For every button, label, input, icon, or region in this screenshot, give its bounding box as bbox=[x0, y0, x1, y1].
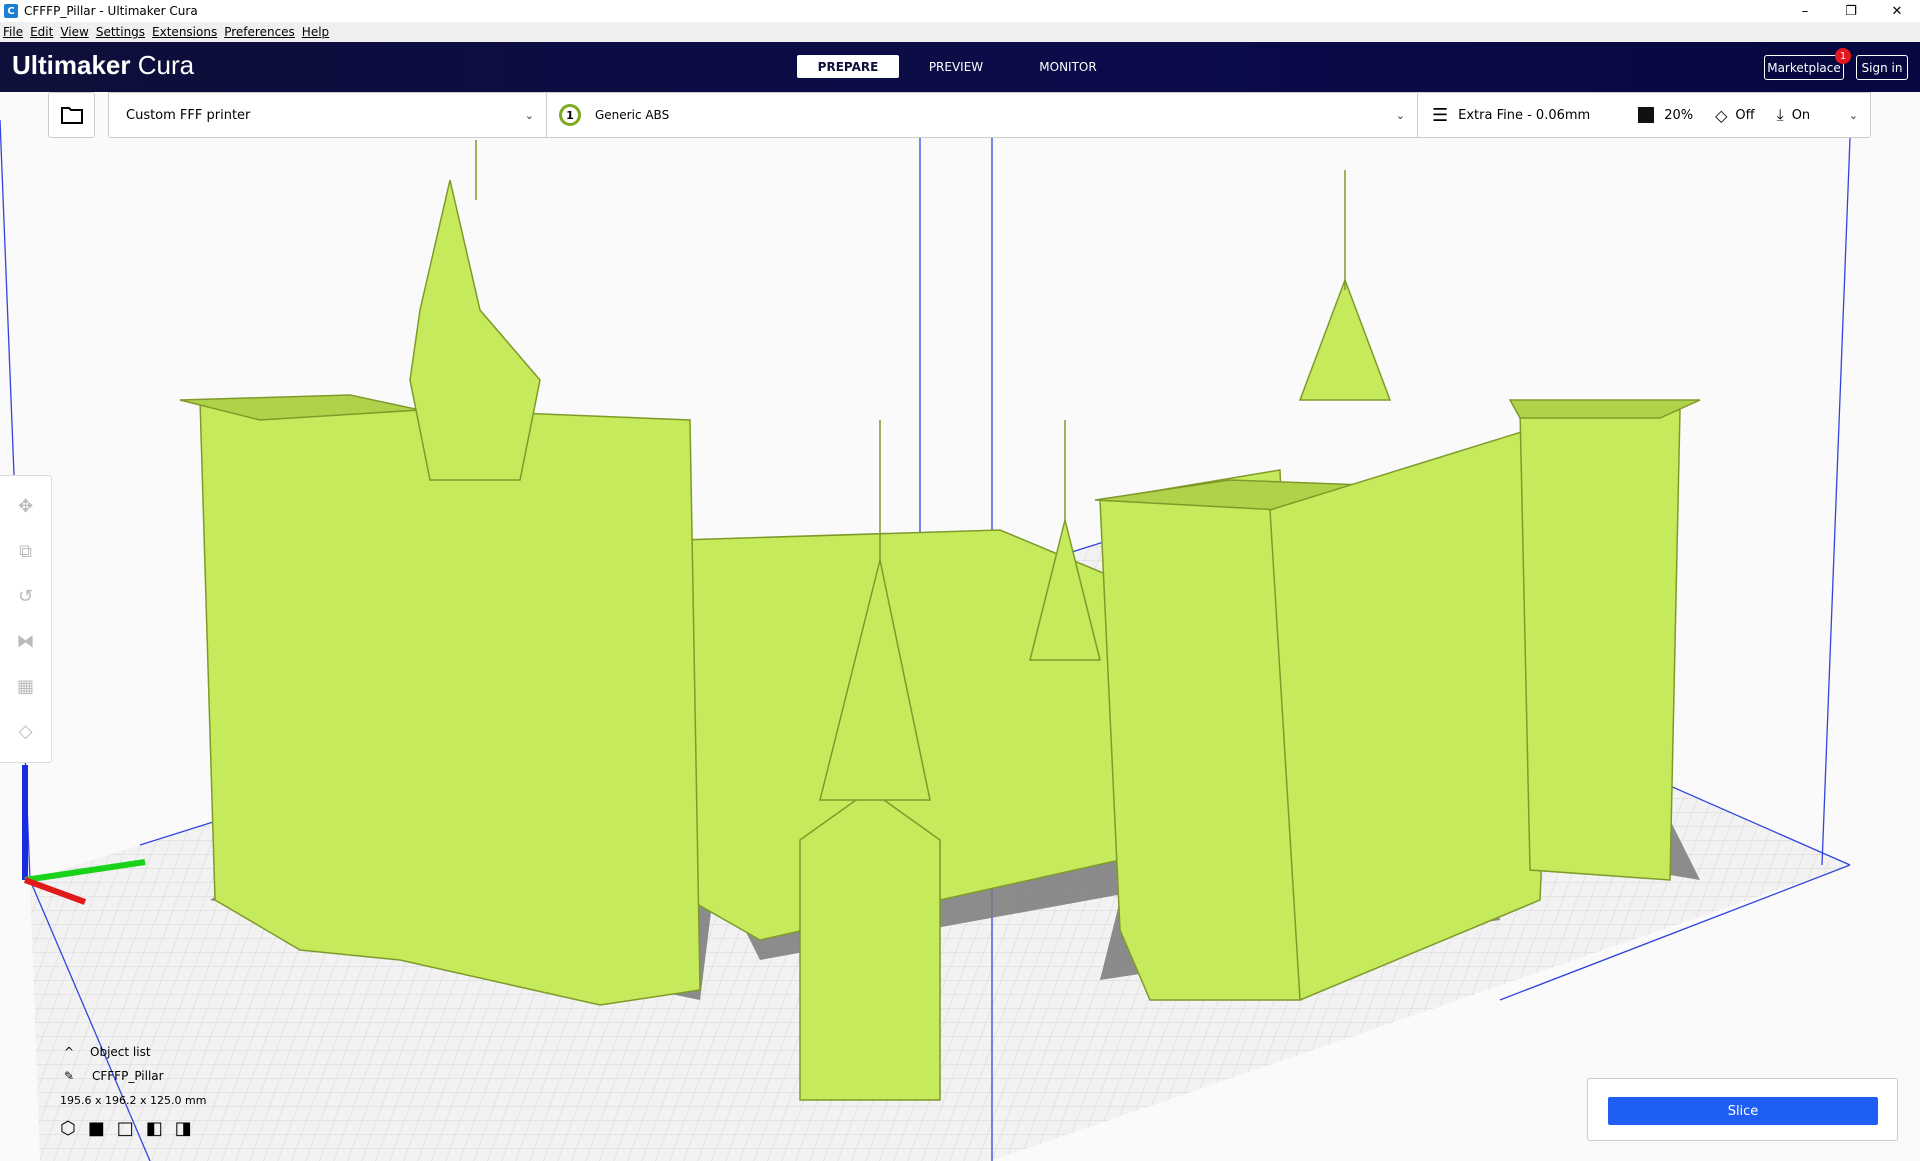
support-icon: ◇ bbox=[1715, 106, 1727, 125]
menu-preferences[interactable]: Preferences bbox=[224, 25, 295, 39]
open-file-button[interactable] bbox=[48, 92, 95, 138]
view-3d-icon[interactable]: ⬡ bbox=[60, 1118, 76, 1139]
object-list-toggle[interactable]: ^Object list bbox=[60, 1040, 206, 1064]
view-right-icon[interactable]: ◨ bbox=[175, 1118, 192, 1139]
tab-preview[interactable]: PREVIEW bbox=[905, 55, 1007, 78]
object-panel: ^Object list ✎CFFFP_Pillar 195.6 x 196.2… bbox=[60, 1040, 206, 1140]
extruder-icon: 1 bbox=[559, 104, 581, 126]
adhesion-value: On bbox=[1792, 108, 1849, 123]
mirror-tool-icon[interactable]: ⧓ bbox=[11, 627, 41, 657]
object-name: CFFFP_Pillar bbox=[92, 1069, 164, 1083]
menu-bar: File Edit View Settings Extensions Prefe… bbox=[0, 22, 1920, 42]
menu-file[interactable]: File bbox=[3, 25, 23, 39]
notification-badge: 1 bbox=[1835, 48, 1851, 64]
chevron-down-icon: ⌄ bbox=[525, 109, 534, 122]
object-list-label: Object list bbox=[90, 1045, 151, 1059]
menu-extensions[interactable]: Extensions bbox=[152, 25, 217, 39]
menu-edit[interactable]: Edit bbox=[30, 25, 53, 39]
object-dimensions: 195.6 x 196.2 x 125.0 mm bbox=[60, 1088, 206, 1112]
chevron-down-icon: ⌄ bbox=[1396, 109, 1405, 122]
view-top-icon[interactable]: □ bbox=[117, 1118, 134, 1139]
printer-name: Custom FFF printer bbox=[126, 108, 250, 123]
rotate-tool-icon[interactable]: ↺ bbox=[11, 582, 41, 612]
3d-viewport[interactable] bbox=[0, 92, 1920, 1161]
material-selector[interactable]: 1 Generic ABS ⌄ bbox=[546, 93, 1417, 137]
window-title: CFFFP_Pillar - Ultimaker Cura bbox=[24, 4, 198, 18]
menu-help[interactable]: Help bbox=[302, 25, 329, 39]
close-button[interactable]: ✕ bbox=[1874, 0, 1920, 22]
support-blocker-icon[interactable]: ◇ bbox=[11, 717, 41, 747]
support-value: Off bbox=[1735, 108, 1754, 123]
print-setup-toolbar: Custom FFF printer ⌄ 1 Generic ABS ⌄ ☰ E… bbox=[108, 92, 1871, 138]
print-settings-selector[interactable]: ☰ Extra Fine - 0.06mm 20% ◇ Off ⤓ On ⌄ bbox=[1417, 93, 1870, 137]
sign-in-button[interactable]: Sign in bbox=[1856, 55, 1908, 80]
slice-button[interactable]: Slice bbox=[1608, 1097, 1878, 1125]
move-tool-icon[interactable]: ✥ bbox=[11, 492, 41, 522]
adhesion-icon: ⤓ bbox=[1777, 105, 1784, 125]
pencil-icon[interactable]: ✎ bbox=[60, 1069, 92, 1083]
view-left-icon[interactable]: ◧ bbox=[146, 1118, 163, 1139]
menu-view[interactable]: View bbox=[60, 25, 88, 39]
slice-panel: Slice bbox=[1587, 1078, 1898, 1141]
marketplace-button[interactable]: Marketplace bbox=[1764, 55, 1844, 80]
infill-value: 20% bbox=[1664, 108, 1693, 123]
title-bar: C CFFFP_Pillar - Ultimaker Cura – ❐ ✕ bbox=[0, 0, 1920, 22]
restore-button[interactable]: ❐ bbox=[1828, 0, 1874, 22]
view-front-icon[interactable]: ■ bbox=[88, 1118, 105, 1139]
brand-logo: Ultimaker Cura bbox=[12, 50, 194, 81]
profile-label: Extra Fine - 0.06mm bbox=[1458, 108, 1590, 123]
chevron-down-icon: ⌄ bbox=[1849, 109, 1858, 122]
per-model-settings-icon[interactable]: ▦ bbox=[11, 672, 41, 702]
app-header: Ultimaker Cura PREPARE PREVIEW MONITOR M… bbox=[0, 42, 1920, 92]
tab-monitor[interactable]: MONITOR bbox=[1017, 55, 1119, 78]
chevron-up-icon: ^ bbox=[60, 1045, 90, 1059]
menu-settings[interactable]: Settings bbox=[96, 25, 145, 39]
tool-panel: ✥ ⧉ ↺ ⧓ ▦ ◇ bbox=[0, 475, 52, 763]
settings-sliders-icon: ☰ bbox=[1432, 105, 1448, 126]
cura-app-icon: C bbox=[4, 4, 18, 18]
material-name: Generic ABS bbox=[595, 108, 1396, 122]
scale-tool-icon[interactable]: ⧉ bbox=[11, 537, 41, 567]
minimize-button[interactable]: – bbox=[1782, 0, 1828, 22]
folder-icon bbox=[61, 106, 83, 124]
infill-icon bbox=[1638, 107, 1654, 123]
printer-selector[interactable]: Custom FFF printer ⌄ bbox=[109, 93, 546, 137]
tab-prepare[interactable]: PREPARE bbox=[797, 55, 899, 78]
